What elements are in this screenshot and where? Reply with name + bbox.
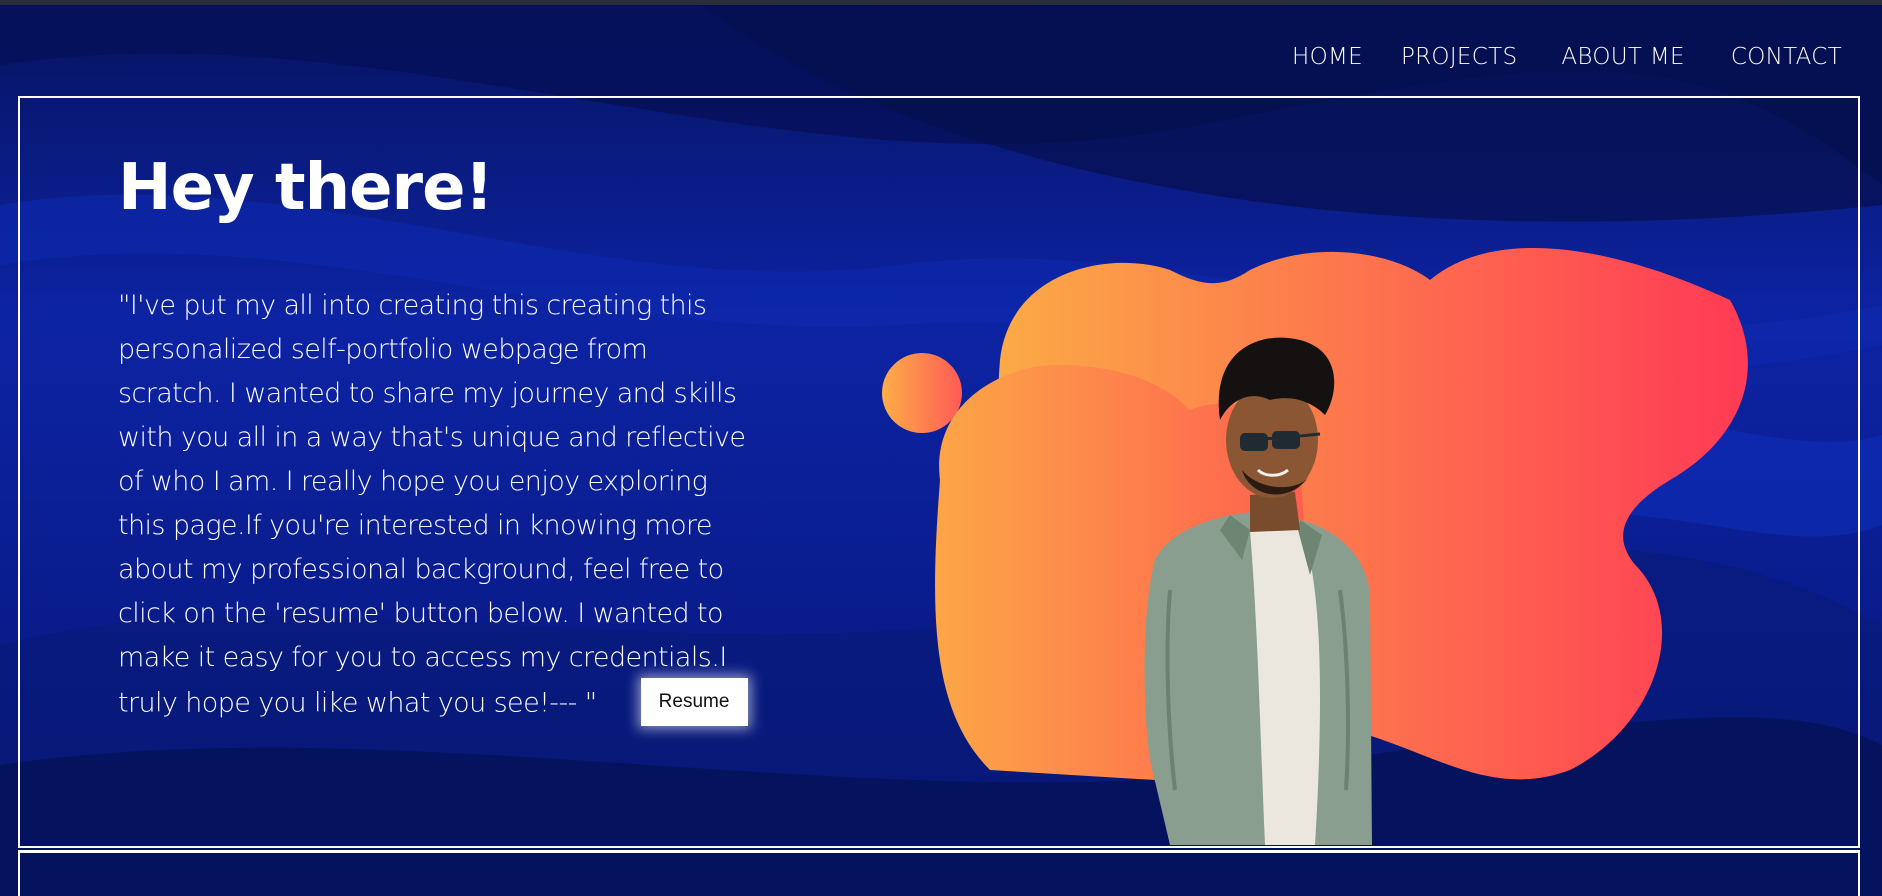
nav-about-link[interactable]: ABOUT ME [1561,44,1684,70]
nav-contact-link[interactable]: CONTACT [1731,44,1842,70]
resume-button[interactable]: Resume [640,678,748,726]
main-nav: HOME PROJECTS ABOUT ME CONTACT [1292,44,1842,70]
next-section-frame [18,850,1860,896]
nav-projects-link[interactable]: PROJECTS [1401,44,1517,70]
hero-intro: "I've put my all into creating this crea… [118,284,758,728]
hero-intro-text: "I've put my all into creating this crea… [118,290,746,719]
hero-title: Hey there! [118,151,494,225]
hero-illustration [882,247,1748,845]
small-circle-shape [882,353,962,433]
nav-home-link[interactable]: HOME [1292,44,1363,70]
